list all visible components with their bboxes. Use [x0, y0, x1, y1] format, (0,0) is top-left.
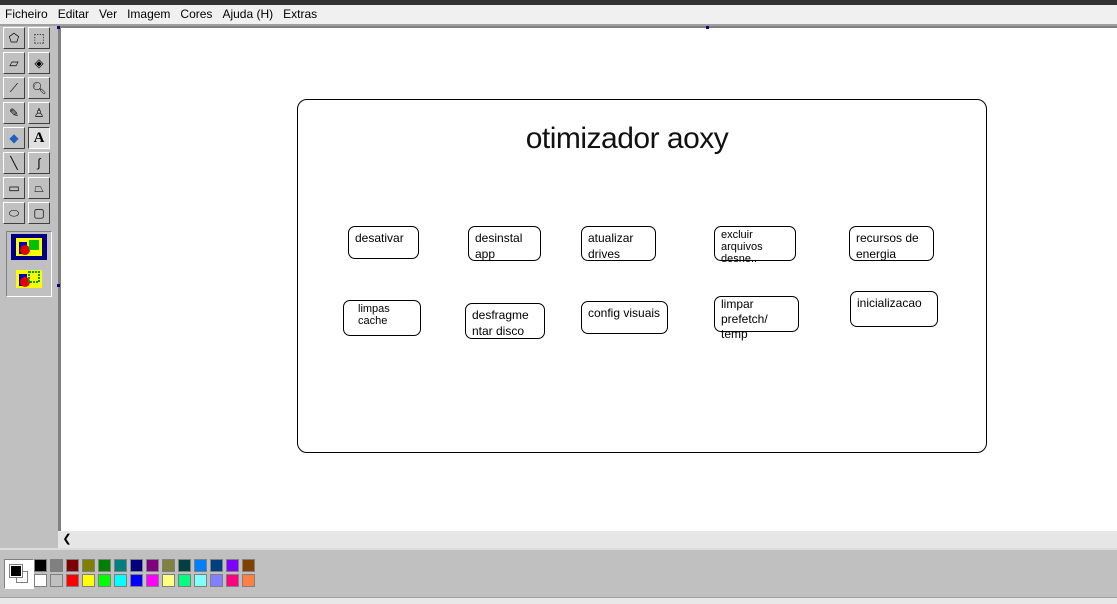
drawn-button-limpar-prefetch: limpar prefetch/ temp: [714, 296, 799, 341]
color-picker-tool[interactable]: ⟋: [3, 77, 25, 99]
airbrush-tool[interactable]: ◆: [3, 127, 25, 149]
menu-ficheiro[interactable]: Ficheiro: [0, 5, 53, 24]
opaque-background-icon: [16, 238, 42, 256]
palette-swatch[interactable]: [130, 574, 143, 587]
polygon-icon: ⏢: [34, 180, 44, 195]
drawn-title: otimizador aoxy: [525, 122, 729, 155]
menu-editar[interactable]: Editar: [53, 5, 94, 24]
resize-handle[interactable]: [706, 26, 709, 29]
rect-select-tool[interactable]: ⬚: [28, 27, 50, 49]
palette-swatch[interactable]: [146, 559, 159, 572]
palette-swatch[interactable]: [194, 559, 207, 572]
magnifier-icon: 🔍︎: [31, 81, 47, 95]
resize-handle[interactable]: [57, 26, 60, 29]
toolbox: ⬠ ⬚ ▱ ◈ ⟋ 🔍︎ ✎ ♙ ◆ A ╲ ∫ ▭ ⏢ ⬭ ▢: [0, 26, 58, 549]
horizontal-scrollbar[interactable]: ❮: [58, 531, 1117, 548]
menu-cores[interactable]: Cores: [175, 5, 217, 24]
palette-swatch[interactable]: [146, 574, 159, 587]
foreground-color-swatch[interactable]: [10, 565, 22, 577]
palette-swatch[interactable]: [162, 574, 175, 587]
palette-swatch[interactable]: [162, 559, 175, 572]
palette-swatch[interactable]: [34, 574, 47, 587]
palette-swatch[interactable]: [50, 574, 63, 587]
menu-ver[interactable]: Ver: [94, 5, 122, 24]
menu-ajuda[interactable]: Ajuda (H): [217, 5, 278, 24]
menu-bar: Ficheiro Editar Ver Imagem Cores Ajuda (…: [0, 5, 1117, 24]
rectangle-icon: ▭: [8, 181, 20, 195]
palette-swatch[interactable]: [194, 574, 207, 587]
palette-swatch[interactable]: [50, 559, 63, 572]
menu-imagem[interactable]: Imagem: [122, 5, 175, 24]
opaque-background-option[interactable]: [11, 234, 47, 260]
rounded-rect-tool[interactable]: ▢: [28, 202, 50, 224]
curve-tool[interactable]: ∫: [28, 152, 50, 174]
palette-swatch[interactable]: [210, 574, 223, 587]
palette-swatch[interactable]: [66, 574, 79, 587]
drawn-button-limpas-cache: limpas cache: [343, 300, 421, 336]
drawn-button-excluir-arquivos: excluir arquivos desne..: [714, 226, 796, 265]
text-tool[interactable]: A: [28, 127, 50, 149]
ellipse-tool[interactable]: ⬭: [3, 202, 25, 224]
brush-tool[interactable]: ♙: [28, 102, 50, 124]
palette-swatch[interactable]: [226, 574, 239, 587]
transparent-background-icon: [16, 270, 42, 288]
drawn-button-desinstal-app: desinstal app: [468, 226, 541, 261]
palette-swatch[interactable]: [178, 559, 191, 572]
line-icon: ╲: [10, 156, 18, 170]
menu-extras[interactable]: Extras: [278, 5, 322, 24]
palette-swatch[interactable]: [114, 574, 127, 587]
drawn-button-desativar: desativar: [348, 226, 419, 259]
drawn-button-inicializacao: inicializacao: [850, 291, 938, 327]
polygon-tool[interactable]: ⏢: [28, 177, 50, 199]
rect-select-icon: ⬚: [33, 31, 45, 45]
transparent-background-option[interactable]: [11, 266, 47, 292]
ellipse-icon: ⬭: [8, 205, 20, 220]
eraser-tool[interactable]: ▱: [3, 52, 25, 74]
rounded-rect-icon: ▢: [33, 206, 45, 220]
text-icon: A: [33, 129, 45, 146]
free-select-tool[interactable]: ⬠: [3, 27, 25, 49]
palette-swatch[interactable]: [178, 574, 191, 587]
palette-swatch[interactable]: [34, 559, 47, 572]
fill-tool[interactable]: ◈: [28, 52, 50, 74]
free-select-icon: ⬠: [8, 31, 20, 45]
palette-swatch[interactable]: [226, 559, 239, 572]
pencil-tool[interactable]: ✎: [3, 102, 25, 124]
drawn-button-config-visuais: config visuais: [581, 301, 668, 334]
rectangle-tool[interactable]: ▭: [3, 177, 25, 199]
magnifier-tool[interactable]: 🔍︎: [28, 77, 50, 99]
palette-swatch[interactable]: [242, 559, 255, 572]
drawn-button-desfragmentar: desfragme ntar disco: [465, 303, 545, 339]
palette-swatch[interactable]: [210, 559, 223, 572]
brush-icon: ♙: [33, 106, 45, 120]
current-colors: [4, 559, 34, 589]
palette-swatch[interactable]: [130, 559, 143, 572]
color-palette: [0, 548, 1117, 603]
scroll-left-icon[interactable]: ❮: [60, 531, 74, 548]
drawn-button-recursos-energia: recursos de energia: [849, 226, 934, 261]
resize-handle[interactable]: [57, 284, 60, 287]
fill-icon: ◈: [34, 56, 44, 70]
color-picker-icon: ⟋: [9, 80, 19, 95]
airbrush-icon: ◆: [9, 131, 19, 145]
drawn-button-atualizar-drives: atualizar drives: [581, 226, 656, 261]
eraser-icon: ▱: [9, 56, 19, 70]
palette-swatch[interactable]: [98, 559, 111, 572]
pencil-icon: ✎: [8, 106, 20, 120]
palette-swatch[interactable]: [98, 574, 111, 587]
palette-swatch[interactable]: [82, 574, 95, 587]
line-tool[interactable]: ╲: [3, 152, 25, 174]
curve-icon: ∫: [37, 156, 41, 170]
palette-swatch[interactable]: [242, 574, 255, 587]
palette-swatch[interactable]: [82, 559, 95, 572]
palette-swatch[interactable]: [66, 559, 79, 572]
tool-options-box: [6, 231, 52, 297]
palette-swatch[interactable]: [114, 559, 127, 572]
